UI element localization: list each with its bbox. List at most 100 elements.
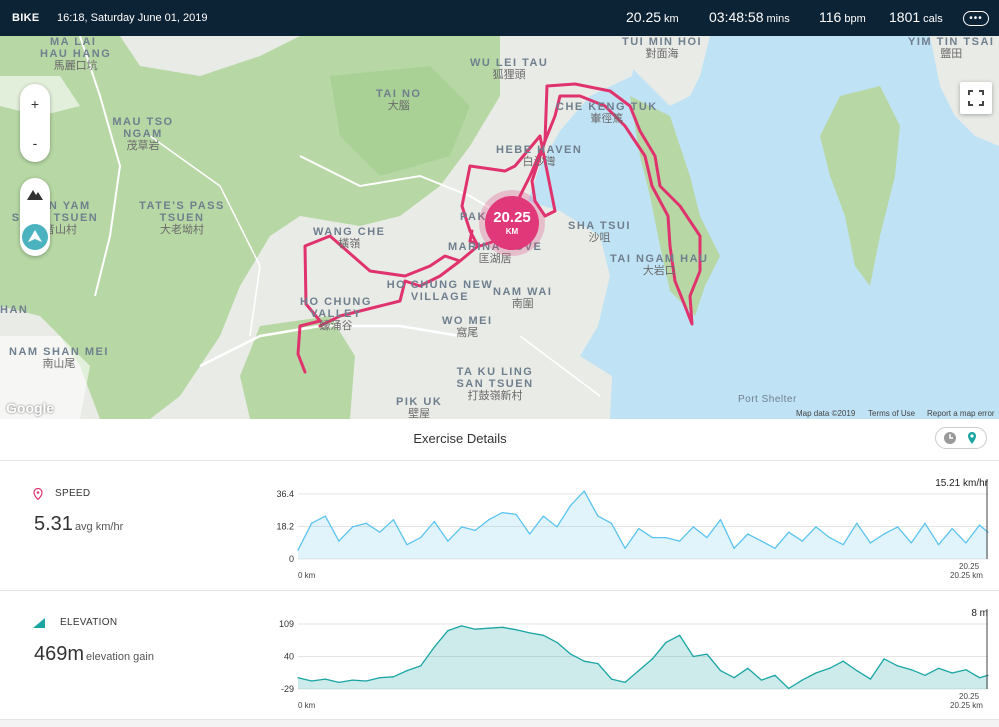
speed-data-point xyxy=(856,522,858,524)
heart-rate-stat: 116 bpm xyxy=(819,9,866,25)
elevation-data-point xyxy=(937,667,940,669)
speed-data-point xyxy=(924,522,926,524)
elevation-data-point xyxy=(692,655,694,658)
speed-data-point xyxy=(665,536,667,539)
speed-data-point xyxy=(311,522,313,524)
speed-data-point xyxy=(774,547,776,549)
elevation-data-point xyxy=(978,677,981,679)
speed-data-point xyxy=(406,544,408,546)
elevation-data-point xyxy=(338,681,340,684)
elevation-data-point xyxy=(488,627,490,629)
elevation-label: ELEVATION xyxy=(60,617,118,628)
speed-data-point xyxy=(788,531,790,533)
map-pin-icon[interactable] xyxy=(964,431,980,445)
speed-label: SPEED xyxy=(55,488,91,499)
map-label: WO MEI 窩尾 xyxy=(442,315,493,339)
speed-area xyxy=(298,491,988,559)
terms-link[interactable]: Terms of Use xyxy=(868,409,915,418)
duration-stat: 03:48:58 mins xyxy=(709,9,790,25)
elevation-x-start-label: 0 km xyxy=(298,701,316,710)
elevation-data-point xyxy=(651,658,653,660)
mountain-icon[interactable] xyxy=(27,188,43,200)
speed-data-point xyxy=(719,519,722,521)
speed-data-point xyxy=(569,504,572,507)
clock-icon[interactable] xyxy=(942,431,958,445)
speed-data-point xyxy=(978,524,981,526)
speed-data-point xyxy=(392,519,395,521)
speed-data-point xyxy=(583,490,585,492)
speed-data-point xyxy=(842,544,844,546)
elevation-data-point xyxy=(610,678,613,680)
speed-peak-label: 15.21 km/hr xyxy=(935,478,988,489)
speed-data-point xyxy=(883,533,885,535)
speed-data-point xyxy=(447,540,449,542)
speed-data-point xyxy=(937,544,940,546)
elevation-data-point xyxy=(311,680,313,682)
speed-data-point xyxy=(610,522,613,524)
elevation-data-point xyxy=(801,679,803,681)
map-label: SHA TSUI 沙咀 xyxy=(568,220,631,244)
map-label: TAI NO 大腦 xyxy=(376,88,422,112)
elevation-peak-label: 8 m xyxy=(971,608,988,619)
speed-chart[interactable]: 36.4 18.2 0 xyxy=(260,479,990,589)
speed-data-point xyxy=(624,547,626,549)
elevation-data-point xyxy=(951,672,953,674)
elevation-data-point xyxy=(460,625,463,627)
route-icon[interactable] xyxy=(22,224,48,250)
elevation-data-point xyxy=(733,677,735,679)
elevation-data-point xyxy=(529,632,531,634)
speed-x-end-label: 20.25 km xyxy=(950,571,983,580)
elevation-area xyxy=(298,625,988,689)
elevation-icon xyxy=(33,618,45,628)
map-label: HAU HANG 馬麗口坑 xyxy=(40,48,112,72)
elevation-x-end-label: 20.25 km xyxy=(950,701,983,710)
speed-data-point xyxy=(379,531,381,533)
report-map-error-link[interactable]: Report a map error xyxy=(927,409,995,418)
elevation-data-point xyxy=(638,670,640,672)
elevation-data-point xyxy=(815,672,817,674)
elevation-data-point xyxy=(392,676,395,678)
speed-data-point xyxy=(733,547,735,549)
speed-data-point xyxy=(706,536,708,539)
elevation-data-point xyxy=(433,646,435,648)
elevation-data-point xyxy=(869,678,872,680)
elevation-data-point xyxy=(842,660,844,662)
map-label: HEBE HAVEN 白沙灣 xyxy=(496,144,583,168)
speed-data-point xyxy=(638,528,640,530)
speed-data-point xyxy=(692,526,694,528)
map-label: WANG CHE 橫嶺 xyxy=(313,226,386,250)
view-toggle[interactable] xyxy=(935,427,987,449)
speed-data-point xyxy=(515,513,517,515)
speed-section: SPEED 5.31 avg km/hr 36.4 18.2 0 15.21 km/h… xyxy=(0,461,999,591)
elevation-data-point xyxy=(474,628,476,630)
map-type-control xyxy=(20,178,50,256)
map-label: WU LEI TAU 狐狸頭 xyxy=(470,57,549,81)
map-label: TATE'S PASS TSUEN 大老坳村 xyxy=(139,200,225,236)
speed-data-point xyxy=(951,528,953,530)
speed-data-point xyxy=(869,542,872,544)
calories-stat: 1801 cals xyxy=(889,9,943,25)
elevation-data-point xyxy=(542,634,544,636)
map-label: NAM SHAN MEI 南山尾 xyxy=(9,346,109,370)
activity-type: BIKE xyxy=(12,12,40,24)
zoom-in-button[interactable]: + xyxy=(20,84,50,123)
distance-stat: 20.25 km xyxy=(626,9,679,25)
elevation-data-point xyxy=(774,674,776,676)
speed-data-point xyxy=(338,540,340,542)
speed-data-point xyxy=(747,533,749,535)
fullscreen-icon[interactable] xyxy=(960,82,992,114)
map-label: TA KU LING SAN TSUEN 打鼓嶺新村 xyxy=(456,366,534,402)
speed-data-point xyxy=(365,522,367,524)
exercise-details-title: Exercise Details xyxy=(413,431,507,446)
zoom-out-button[interactable]: - xyxy=(20,123,50,162)
elevation-data-point xyxy=(379,677,381,679)
speed-value: 5.31 avg km/hr xyxy=(34,513,124,535)
map-pin-icon xyxy=(33,488,43,500)
route-map[interactable]: MA LAI HAU HANG 馬麗口坑 WU LEI TAU 狐狸頭 TUI MI… xyxy=(0,36,999,419)
ellipsis-icon[interactable]: ••• xyxy=(963,11,989,26)
map-label: TAI NGAM HAU 大岩口 xyxy=(610,253,709,277)
elevation-chart[interactable]: 109 40 -29 xyxy=(260,609,990,719)
speed-data-point xyxy=(815,526,817,528)
speed-y-tick-label: 0 xyxy=(289,554,294,564)
elevation-data-point xyxy=(788,687,790,690)
